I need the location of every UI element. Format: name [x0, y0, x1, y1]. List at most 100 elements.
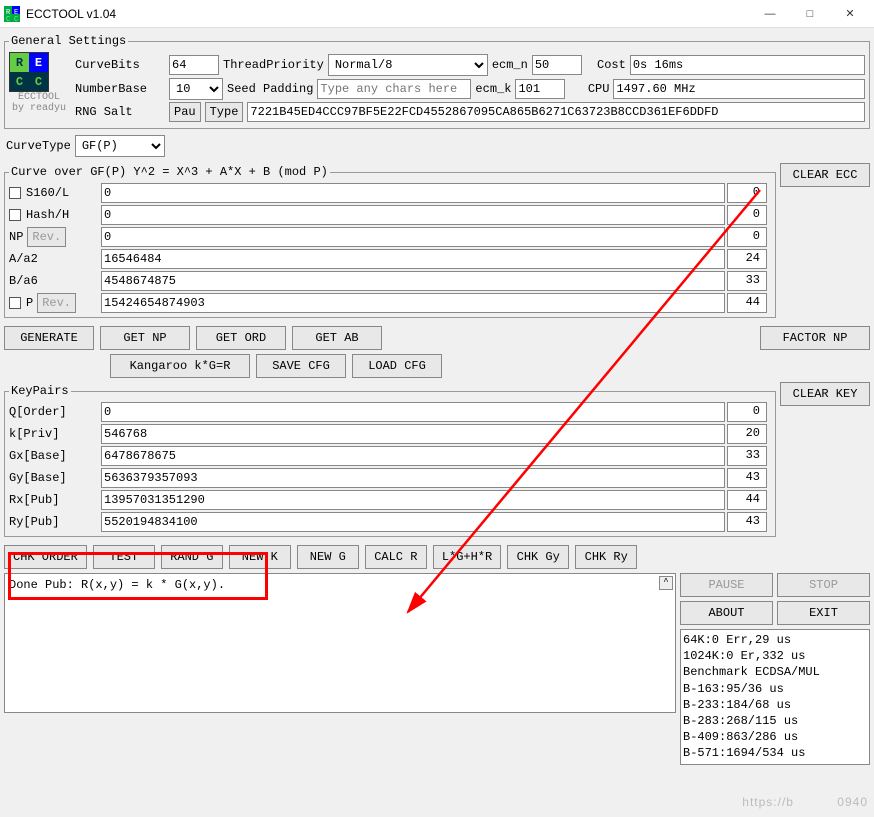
- bench-line: Benchmark ECDSA/MUL: [683, 664, 867, 680]
- clear-key-button[interactable]: CLEAR KEY: [780, 382, 870, 406]
- bench-line: B-283:268/115 us: [683, 713, 867, 729]
- curve-row-label: P Rev.: [9, 293, 99, 313]
- general-settings-legend: General Settings: [9, 34, 128, 48]
- key-row-input[interactable]: [101, 446, 725, 466]
- curvetype-select[interactable]: GF(P): [75, 135, 165, 157]
- seedpadding-input[interactable]: [317, 79, 471, 99]
- rngsalt-input[interactable]: [247, 102, 865, 122]
- titlebar: RECC ECCTOOL v1.04 — □ ✕: [0, 0, 874, 28]
- curve-row-input[interactable]: [101, 227, 725, 247]
- bench-line: 64K:0 Err,29 us: [683, 632, 867, 648]
- chk-order-button[interactable]: CHK ORDER: [4, 545, 87, 569]
- new-g-button[interactable]: NEW G: [297, 545, 359, 569]
- curve-row-checkbox[interactable]: [9, 297, 21, 309]
- curve-row-label-text: NP: [9, 230, 23, 244]
- type-salt-button[interactable]: Type: [205, 102, 244, 122]
- maximize-button[interactable]: □: [790, 0, 830, 28]
- ecm-n-label: ecm_n: [492, 58, 528, 72]
- svg-text:C: C: [14, 16, 18, 22]
- key-row-digits: 0: [727, 402, 767, 422]
- get-np-button[interactable]: GET NP: [100, 326, 190, 350]
- bench-line: 1024K:0 Er,332 us: [683, 648, 867, 664]
- scroll-up-icon[interactable]: ^: [659, 576, 673, 590]
- bench-line: B-233:184/68 us: [683, 697, 867, 713]
- key-row-input[interactable]: [101, 468, 725, 488]
- seedpadding-label: Seed Padding: [227, 82, 313, 96]
- stop-button[interactable]: STOP: [777, 573, 870, 597]
- threadpriority-select[interactable]: Normal/8: [328, 54, 488, 76]
- generate-button[interactable]: GENERATE: [4, 326, 94, 350]
- curve-row-digits: 44: [727, 293, 767, 313]
- key-row-input[interactable]: [101, 424, 725, 444]
- curve-row-input[interactable]: [101, 271, 725, 291]
- curve-row-label-text: S160/L: [26, 186, 69, 200]
- key-row-input[interactable]: [101, 490, 725, 510]
- chk-gy-button[interactable]: CHK Gy: [507, 545, 569, 569]
- rev-button[interactable]: Rev.: [27, 227, 66, 247]
- save-cfg-button[interactable]: SAVE CFG: [256, 354, 346, 378]
- curve-row-digits: 0: [727, 227, 767, 247]
- curve-row-label-text: P: [26, 296, 33, 310]
- logo-byline: by readyu: [9, 103, 69, 114]
- log-output: Done Pub: R(x,y) = k * G(x,y). ^: [4, 573, 676, 713]
- exit-button[interactable]: EXIT: [777, 601, 870, 625]
- cost-label: Cost: [586, 58, 626, 72]
- key-row-digits: 20: [727, 424, 767, 444]
- keypairs-legend: KeyPairs: [9, 384, 71, 398]
- curve-row-label-text: B/a6: [9, 274, 38, 288]
- key-row-digits: 44: [727, 490, 767, 510]
- new-k-button[interactable]: NEW K: [229, 545, 291, 569]
- ecm-n-input[interactable]: [532, 55, 582, 75]
- curve-group: Curve over GF(P) Y^2 = X^3 + A*X + B (mo…: [4, 165, 776, 318]
- curve-row-checkbox[interactable]: [9, 187, 21, 199]
- pause-salt-button[interactable]: Pau: [169, 102, 201, 122]
- curve-row-input[interactable]: [101, 249, 725, 269]
- key-row-input[interactable]: [101, 402, 725, 422]
- key-row-label: k[Priv]: [9, 427, 99, 441]
- curve-row-digits: 0: [727, 183, 767, 203]
- kangaroo-button[interactable]: Kangaroo k*G=R: [110, 354, 250, 378]
- curve-row-digits: 33: [727, 271, 767, 291]
- curve-row-input[interactable]: [101, 205, 725, 225]
- curve-legend: Curve over GF(P) Y^2 = X^3 + A*X + B (mo…: [9, 165, 330, 179]
- load-cfg-button[interactable]: LOAD CFG: [352, 354, 442, 378]
- key-row-label: Rx[Pub]: [9, 493, 99, 507]
- logo-name: ECCTOOL: [9, 92, 69, 103]
- key-row-digits: 43: [727, 468, 767, 488]
- test-button[interactable]: TEST: [93, 545, 155, 569]
- clear-ecc-button[interactable]: CLEAR ECC: [780, 163, 870, 187]
- window-title: ECCTOOL v1.04: [26, 7, 750, 21]
- curve-row-label: NP Rev.: [9, 227, 99, 247]
- about-button[interactable]: ABOUT: [680, 601, 773, 625]
- curve-row-checkbox[interactable]: [9, 209, 21, 221]
- curvetype-label: CurveType: [6, 139, 71, 153]
- calc-r-button[interactable]: CALC R: [365, 545, 427, 569]
- general-settings-group: General Settings R E C C ECCTOOL by read…: [4, 34, 870, 129]
- curve-row-label: A/a2: [9, 252, 99, 266]
- cpu-label: CPU: [569, 82, 609, 96]
- minimize-button[interactable]: —: [750, 0, 790, 28]
- key-row-input[interactable]: [101, 512, 725, 532]
- key-row-digits: 33: [727, 446, 767, 466]
- factor-np-button[interactable]: FACTOR NP: [760, 326, 870, 350]
- curve-row-input[interactable]: [101, 293, 725, 313]
- curvebits-input[interactable]: [169, 55, 219, 75]
- key-row-label: Ry[Pub]: [9, 515, 99, 529]
- close-button[interactable]: ✕: [830, 0, 870, 28]
- curve-row-digits: 0: [727, 205, 767, 225]
- curve-row-input[interactable]: [101, 183, 725, 203]
- curve-row-label: Hash/H: [9, 208, 99, 222]
- pause-button[interactable]: PAUSE: [680, 573, 773, 597]
- benchmark-output: 64K:0 Err,29 us1024K:0 Er,332 usBenchmar…: [680, 629, 870, 765]
- get-ord-button[interactable]: GET ORD: [196, 326, 286, 350]
- rngsalt-label: RNG Salt: [75, 105, 165, 119]
- curve-row-label: S160/L: [9, 186, 99, 200]
- key-row-digits: 43: [727, 512, 767, 532]
- ecm-k-input[interactable]: [515, 79, 565, 99]
- rand-g-button[interactable]: RAND G: [161, 545, 223, 569]
- numberbase-select[interactable]: 10: [169, 78, 223, 100]
- get-ab-button[interactable]: GET AB: [292, 326, 382, 350]
- rev-button[interactable]: Rev.: [37, 293, 76, 313]
- lg-hr-button[interactable]: L*G+H*R: [433, 545, 501, 569]
- chk-ry-button[interactable]: CHK Ry: [575, 545, 637, 569]
